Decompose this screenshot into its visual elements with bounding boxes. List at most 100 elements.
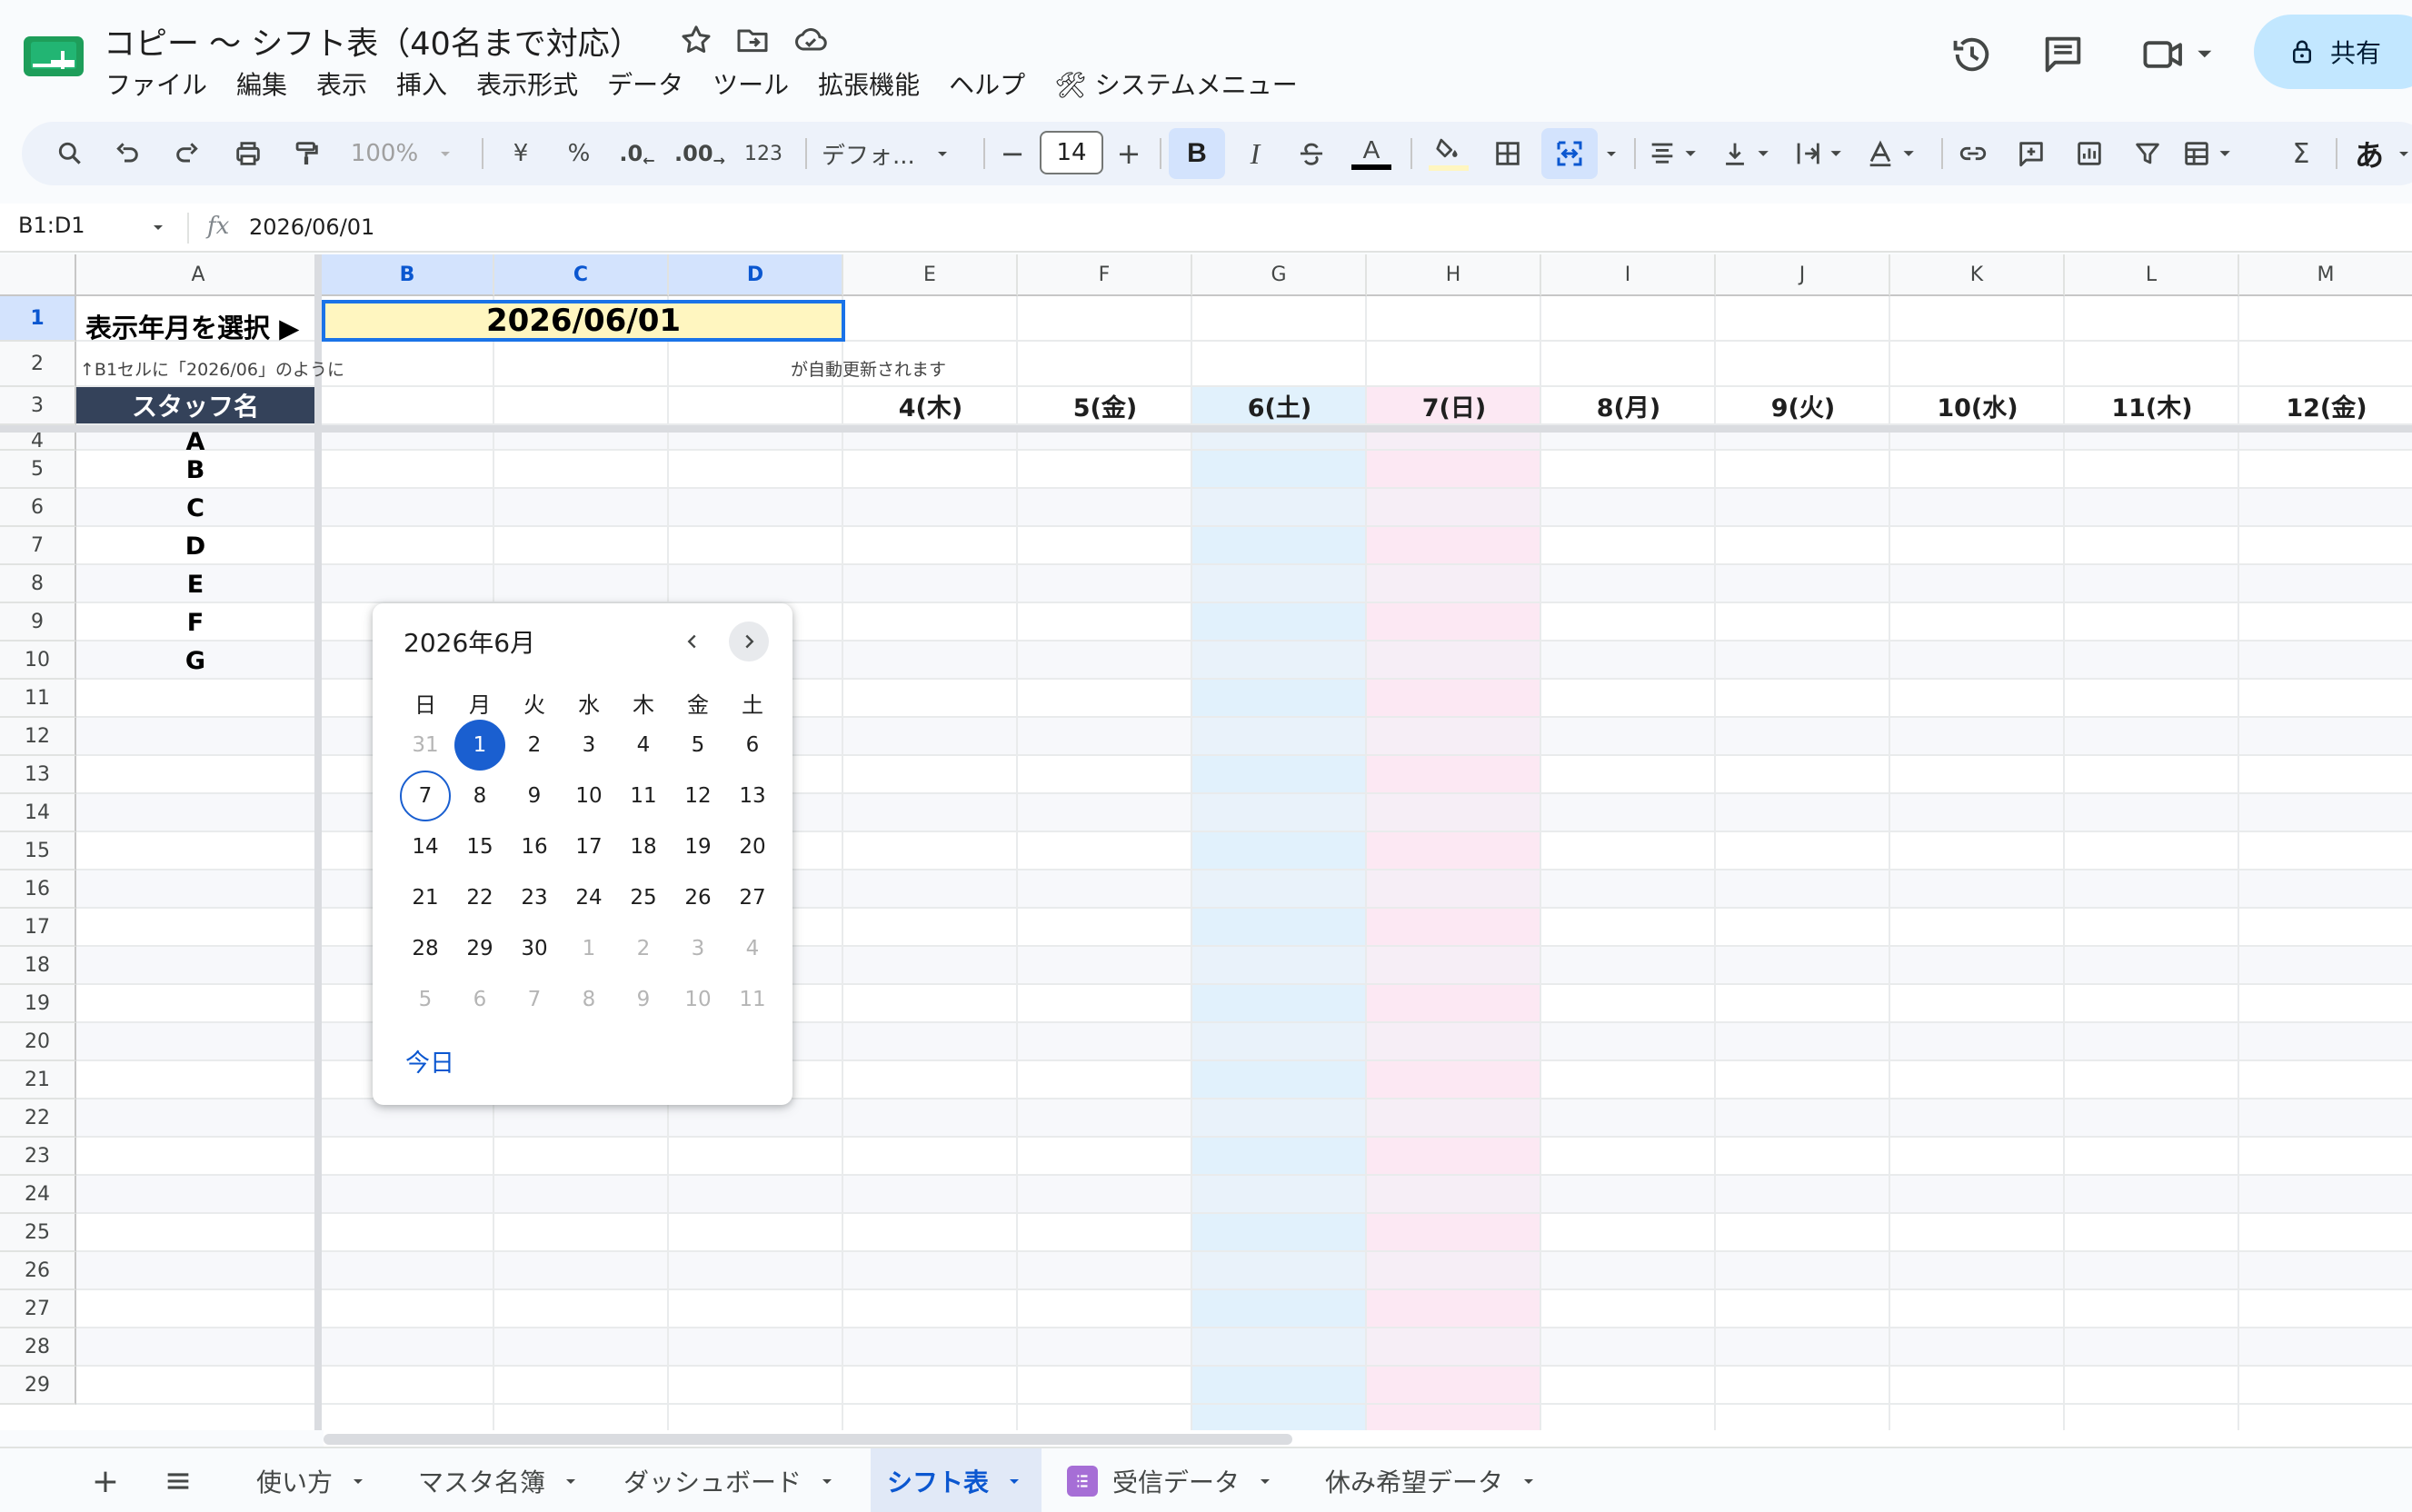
row-header-14[interactable]: 14	[0, 794, 76, 832]
row-header-5[interactable]: 5	[0, 451, 76, 489]
sheet-tab-chevron-down-icon[interactable]	[560, 1470, 582, 1492]
menu-insert[interactable]: 挿入	[382, 67, 462, 104]
increase-font-size-button[interactable]: +	[1111, 134, 1147, 173]
calendar-day[interactable]: 20	[727, 821, 778, 872]
sheet-tab-chevron-down-icon[interactable]	[816, 1470, 838, 1492]
day-header-i[interactable]: 8(月)	[1541, 385, 1716, 425]
menu-data[interactable]: データ	[593, 67, 698, 104]
filter-icon[interactable]	[2128, 134, 2167, 173]
day-header-m[interactable]: 12(金)	[2239, 385, 2412, 425]
calendar-day[interactable]: 12	[673, 771, 723, 821]
calendar-day[interactable]: 25	[618, 872, 669, 923]
strikethrough-icon[interactable]	[1292, 134, 1331, 173]
menu-format[interactable]: 表示形式	[462, 67, 593, 104]
calendar-day[interactable]: 23	[509, 872, 560, 923]
text-wrapping-icon[interactable]	[1790, 134, 1856, 173]
column-header-m[interactable]: M	[2239, 254, 2412, 296]
row-header-1[interactable]: 1	[0, 296, 76, 342]
calendar-day[interactable]: 28	[400, 923, 451, 974]
row-header-11[interactable]: 11	[0, 680, 76, 718]
row-header-27[interactable]: 27	[0, 1290, 76, 1328]
calendar-day[interactable]: 26	[673, 872, 723, 923]
calendar-day[interactable]: 10	[563, 771, 614, 821]
calendar-day[interactable]: 4	[618, 720, 669, 771]
calendar-day[interactable]: 3	[563, 720, 614, 771]
calendar-day[interactable]: 8	[454, 771, 505, 821]
frozen-row-divider[interactable]	[0, 425, 2412, 433]
row-header-7[interactable]: 7	[0, 527, 76, 565]
calendar-day[interactable]: 9	[509, 771, 560, 821]
column-header-b[interactable]: B	[322, 254, 494, 296]
calendar-day[interactable]: 13	[727, 771, 778, 821]
day-header-l[interactable]: 11(木)	[2065, 385, 2239, 425]
row-header-24[interactable]: 24	[0, 1176, 76, 1214]
insert-chart-icon[interactable]	[2070, 134, 2108, 173]
menu-tools[interactable]: ツール	[698, 67, 803, 104]
staff-name-cell[interactable]: E	[76, 565, 314, 603]
cloud-saved-icon[interactable]	[792, 22, 829, 58]
calendar-day[interactable]: 6	[454, 974, 505, 1025]
font-family-select[interactable]: デフォ...	[822, 134, 985, 173]
comments-icon[interactable]	[2039, 31, 2087, 78]
formula-input[interactable]: 2026/06/01	[249, 214, 374, 240]
sheet-tab-chevron-down-icon[interactable]	[347, 1470, 369, 1492]
staff-name-cell[interactable]: A	[76, 428, 314, 456]
day-header-g[interactable]: 6(土)	[1192, 385, 1367, 425]
horizontal-align-icon[interactable]	[1645, 134, 1710, 173]
column-header-f[interactable]: F	[1018, 254, 1192, 296]
row-header-26[interactable]: 26	[0, 1252, 76, 1290]
decrease-decimal-button[interactable]: .0 ←	[614, 134, 660, 173]
today-button[interactable]: 今日	[405, 1043, 454, 1079]
staff-name-header[interactable]: スタッフ名	[76, 387, 314, 423]
row-header-17[interactable]: 17	[0, 909, 76, 947]
calendar-day[interactable]: 11	[727, 974, 778, 1025]
row-header-10[interactable]: 10	[0, 642, 76, 680]
calendar-day-today[interactable]: 7	[400, 771, 451, 821]
column-header-l[interactable]: L	[2065, 254, 2239, 296]
vertical-align-icon[interactable]	[1718, 134, 1783, 173]
column-header-a[interactable]: A	[76, 254, 322, 296]
column-header-i[interactable]: I	[1541, 254, 1716, 296]
sheets-logo-icon[interactable]	[24, 33, 84, 80]
row-header-21[interactable]: 21	[0, 1061, 76, 1099]
font-size-input[interactable]: 14	[1040, 131, 1103, 174]
currency-format-button[interactable]: ¥	[502, 134, 540, 173]
sheet-tab-chevron-down-icon[interactable]	[1254, 1470, 1276, 1492]
text-color-button[interactable]: A	[1349, 134, 1394, 173]
fill-color-button[interactable]	[1425, 134, 1472, 173]
column-header-g[interactable]: G	[1192, 254, 1367, 296]
bold-button[interactable]: B	[1169, 128, 1225, 179]
document-title[interactable]: コピー 〜 シフト表（40名まで対応）	[104, 18, 642, 65]
day-header-h[interactable]: 7(日)	[1367, 385, 1541, 425]
sheet-tab-chevron-down-icon[interactable]	[1003, 1470, 1025, 1492]
staff-name-cell[interactable]: G	[76, 642, 314, 680]
share-button[interactable]: 共有	[2254, 15, 2412, 89]
menu-extensions[interactable]: 拡張機能	[803, 67, 934, 104]
sheet-tab[interactable]: シフト表	[871, 1448, 1042, 1512]
row-header-28[interactable]: 28	[0, 1328, 76, 1367]
sheet-tab[interactable]: マスタ名簿	[402, 1448, 598, 1512]
name-box-chevron-down-icon[interactable]	[147, 216, 169, 242]
calendar-day[interactable]: 15	[454, 821, 505, 872]
row-header-3[interactable]: 3	[0, 387, 76, 425]
select-all-corner[interactable]	[0, 254, 76, 296]
row-header-13[interactable]: 13	[0, 756, 76, 794]
borders-icon[interactable]	[1489, 134, 1527, 173]
cell-a2-note[interactable]: ↑B1セルに「2026/06」のように	[80, 356, 344, 381]
calendar-day[interactable]: 29	[454, 923, 505, 974]
zoom-select[interactable]: 100%	[349, 134, 458, 173]
calendar-day[interactable]: 31	[400, 720, 451, 771]
row-header-6[interactable]: 6	[0, 489, 76, 527]
sheet-tab[interactable]: 受信データ	[1051, 1448, 1292, 1512]
menu-edit[interactable]: 編集	[222, 67, 302, 104]
sheet-tab[interactable]: 休み希望データ	[1309, 1448, 1556, 1512]
staff-name-cell[interactable]: D	[76, 527, 314, 565]
percent-format-button[interactable]: %	[560, 134, 598, 173]
cell-b1-date-selected[interactable]: 2026/06/01	[322, 300, 845, 342]
decrease-font-size-button[interactable]: −	[994, 134, 1031, 173]
row-header-25[interactable]: 25	[0, 1214, 76, 1252]
calendar-day[interactable]: 3	[673, 923, 723, 974]
calendar-day[interactable]: 7	[509, 974, 560, 1025]
row-header-2[interactable]: 2	[0, 342, 76, 387]
calendar-day[interactable]: 6	[727, 720, 778, 771]
